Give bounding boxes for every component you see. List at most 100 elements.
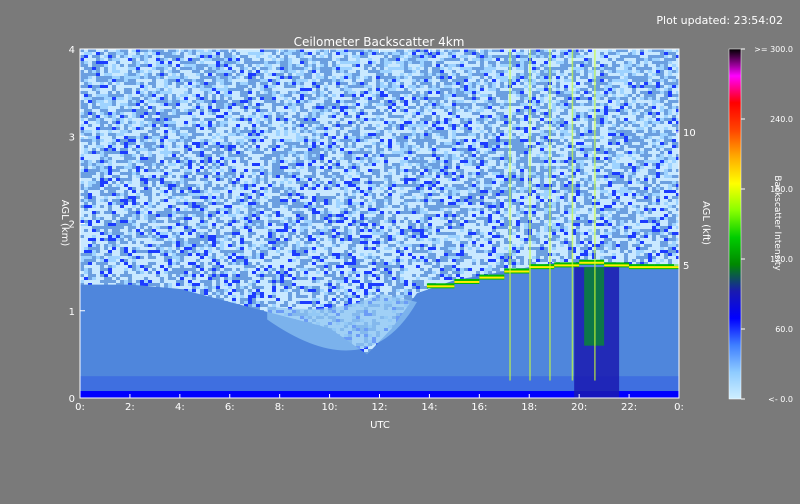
- noise-cell: [252, 214, 256, 217]
- noise-cell: [372, 289, 376, 292]
- noise-cell: [148, 85, 152, 88]
- noise-cell: [192, 217, 196, 220]
- noise-cell: [360, 58, 364, 61]
- noise-cell: [248, 190, 252, 193]
- noise-cell: [116, 172, 120, 175]
- noise-cell: [400, 151, 404, 154]
- noise-cell: [200, 181, 204, 184]
- noise-cell: [156, 154, 160, 157]
- noise-cell: [236, 223, 240, 226]
- noise-cell: [320, 190, 324, 193]
- noise-cell: [404, 169, 408, 172]
- noise-cell: [140, 274, 144, 277]
- noise-cell: [184, 52, 188, 55]
- noise-cell: [240, 109, 244, 112]
- noise-cell: [424, 208, 428, 211]
- noise-cell: [152, 124, 156, 127]
- noise-cell: [404, 256, 408, 259]
- noise-cell: [416, 271, 420, 274]
- noise-cell: [328, 61, 332, 64]
- noise-cell: [300, 127, 304, 130]
- noise-cell: [196, 229, 200, 232]
- noise-cell: [308, 277, 312, 280]
- noise-cell: [256, 232, 260, 235]
- noise-cell: [332, 91, 336, 94]
- noise-cell: [156, 118, 160, 121]
- noise-cell: [136, 121, 140, 124]
- noise-cell: [220, 79, 224, 82]
- noise-cell: [324, 220, 328, 223]
- noise-cell: [216, 196, 220, 199]
- noise-cell: [244, 82, 248, 85]
- noise-cell: [252, 202, 256, 205]
- noise-cell: [396, 244, 400, 247]
- noise-cell: [100, 133, 104, 136]
- noise-cell: [88, 103, 92, 106]
- noise-cell: [368, 61, 372, 64]
- noise-cell: [304, 115, 308, 118]
- noise-cell: [280, 220, 284, 223]
- noise-cell: [276, 175, 280, 178]
- noise-cell: [132, 127, 136, 130]
- noise-cell: [260, 214, 264, 217]
- noise-cell: [236, 130, 240, 133]
- noise-cell: [196, 73, 200, 76]
- noise-cell: [416, 235, 420, 238]
- noise-cell: [172, 217, 176, 220]
- noise-cell: [84, 274, 88, 277]
- noise-cell: [292, 112, 296, 115]
- noise-cell: [252, 277, 256, 280]
- noise-cell: [408, 121, 412, 124]
- noise-cell: [396, 148, 400, 151]
- noise-cell: [236, 256, 240, 259]
- noise-cell: [112, 271, 116, 274]
- noise-cell: [396, 100, 400, 103]
- noise-cell: [248, 172, 252, 175]
- noise-cell: [368, 172, 372, 175]
- noise-cell: [164, 106, 168, 109]
- noise-cell: [248, 286, 252, 289]
- noise-cell: [288, 184, 292, 187]
- noise-cell: [196, 91, 200, 94]
- noise-cell: [140, 229, 144, 232]
- noise-cell: [320, 94, 324, 97]
- noise-cell: [384, 184, 388, 187]
- noise-cell: [256, 100, 260, 103]
- noise-cell: [232, 52, 236, 55]
- noise-cell: [324, 253, 328, 256]
- noise-cell: [420, 151, 424, 154]
- noise-cell: [276, 286, 280, 289]
- noise-cell: [312, 247, 316, 250]
- noise-cell: [304, 220, 308, 223]
- noise-cell: [100, 241, 104, 244]
- noise-cell: [200, 247, 204, 250]
- noise-cell: [336, 157, 340, 160]
- noise-cell: [180, 169, 184, 172]
- noise-cell: [316, 226, 320, 229]
- noise-cell: [124, 103, 128, 106]
- noise-cell: [84, 94, 88, 97]
- noise-cell: [288, 112, 292, 115]
- noise-cell: [128, 112, 132, 115]
- noise-cell: [216, 94, 220, 97]
- noise-cell: [284, 109, 288, 112]
- noise-cell: [340, 133, 344, 136]
- noise-cell: [160, 283, 164, 286]
- noise-cell: [404, 277, 408, 280]
- noise-cell: [332, 160, 336, 163]
- noise-cell: [212, 229, 216, 232]
- noise-cell: [296, 247, 300, 250]
- noise-cell: [304, 112, 308, 115]
- noise-cell: [224, 157, 228, 160]
- noise-cell: [364, 259, 368, 262]
- noise-cell: [308, 55, 312, 58]
- noise-cell: [184, 283, 188, 286]
- noise-cell: [376, 115, 380, 118]
- noise-cell: [384, 256, 388, 259]
- noise-cell: [204, 52, 208, 55]
- noise-cell: [392, 160, 396, 163]
- noise-cell: [204, 193, 208, 196]
- noise-cell: [96, 235, 100, 238]
- noise-cell: [404, 247, 408, 250]
- noise-cell: [108, 178, 112, 181]
